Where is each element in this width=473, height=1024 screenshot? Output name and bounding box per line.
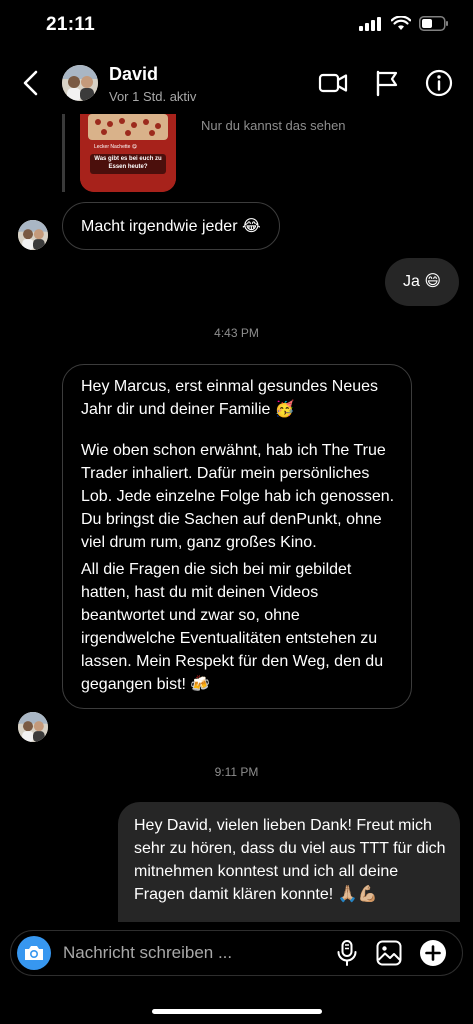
message-input[interactable] [63,931,283,975]
message-bubble-outgoing[interactable]: Ja 😄 [384,258,459,306]
story-reply-indicator [62,114,65,192]
camera-button[interactable] [17,936,51,970]
timestamp: 9:11 PM [214,765,259,779]
video-call-icon[interactable] [318,68,348,98]
status-time: 21:11 [46,14,96,35]
back-arrow-icon[interactable] [18,68,46,98]
message-bubble-outgoing[interactable]: Hey David, vielen lieben Dank! Freut mic… [118,802,460,930]
story-thumbnail[interactable]: Lecker Nachette 😋 Was gibt es bei euch z… [80,114,176,192]
battery-icon [419,16,448,31]
story-image [80,114,176,192]
message-text: Macht irgendwie jeder 😂 [81,218,261,235]
microphone-icon[interactable] [333,939,361,967]
message-thread[interactable]: Lecker Nachette 😋 Was gibt es bei euch z… [0,114,473,930]
camera-icon [25,946,43,960]
flag-icon[interactable] [372,68,402,98]
message-paragraph: Wie oben schon erwähnt, hab ich The True… [81,442,395,551]
sender-avatar[interactable] [18,220,48,250]
contact-status: Vor 1 Std. aktiv [109,89,197,104]
status-icons [359,16,449,31]
story-thumb-title: Lecker Nachette 😋 [94,144,138,150]
message-paragraph: Hey Marcus, erst einmal gesundes Neues J… [81,378,379,418]
story-thumb-question: Was gibt es bei euch zu Essen heute? [94,156,162,170]
status-bar: 21:11 [0,0,473,52]
plus-icon[interactable] [419,939,447,967]
message-bubble-incoming[interactable]: Macht irgendwie jeder 😂 [62,202,280,250]
contact-name[interactable]: David [109,64,158,85]
wifi-icon [391,16,411,30]
message-text: Hey David, vielen lieben Dank! Freut mic… [134,817,446,903]
cellular-signal-icon [359,16,381,31]
story-visibility-caption: Nur du kannst das sehen [201,118,346,133]
message-composer [10,930,463,976]
chat-header: David Vor 1 Std. aktiv [0,52,473,114]
message-bubble-incoming[interactable]: Hey Marcus, erst einmal gesundes Neues J… [62,364,412,709]
info-icon[interactable] [424,68,454,98]
contact-avatar[interactable] [62,65,98,101]
sender-avatar[interactable] [18,712,48,742]
message-paragraph: All die Fragen die sich bei mir gebildet… [81,561,384,693]
home-indicator [152,1009,322,1014]
gallery-icon[interactable] [375,939,403,967]
message-text: Ja 😄 [402,273,441,290]
timestamp: 4:43 PM [214,326,259,340]
